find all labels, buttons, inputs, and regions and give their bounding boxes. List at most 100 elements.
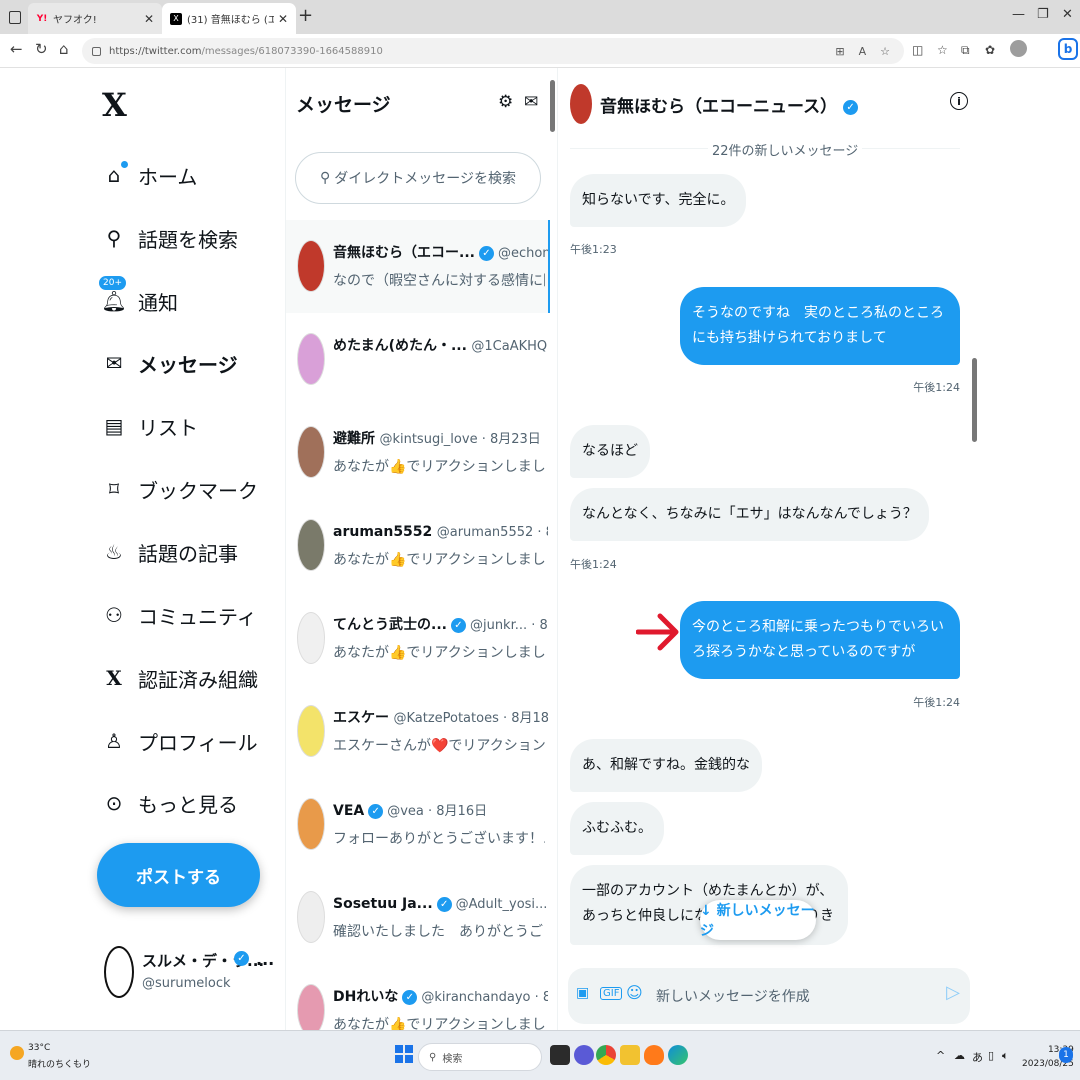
account-switcher[interactable]: スルメ・デ・ラ... ✓ ... @surumelock	[104, 946, 284, 1002]
conversation-name: Sosetuu Ja...✓@Adult_yosi... · 8月14日	[333, 896, 548, 912]
refresh-icon[interactable]: ↻	[35, 40, 48, 58]
tab-actions-icon[interactable]	[4, 6, 26, 28]
conversation-preview: なので（暇空さんに対する感情に関...	[333, 273, 545, 289]
conversation-row[interactable]: 避難所 @kintsugi_love · 8月23日 あなたが👍でリアクションしま…	[286, 406, 550, 499]
weather-description: 晴れのちくもり	[28, 1060, 92, 1070]
browser-tab-yahoo[interactable]: Y! ヤフオク! ✕	[28, 3, 162, 34]
nav-label: 話題の記事	[138, 541, 238, 566]
ime-indicator[interactable]: あ	[972, 1049, 983, 1065]
composer-input[interactable]: 新しいメッセージを作成	[656, 986, 810, 1006]
x-logo-icon[interactable]: X	[102, 86, 127, 124]
nav-messages[interactable]: ✉ メッセージ	[102, 343, 238, 383]
jump-to-new-messages-button[interactable]: ↓ 新しいメッセージ	[700, 900, 816, 940]
conversation-row[interactable]: aruman5552 @aruman5552 · 8月21日あなたが👍でリアクシ…	[286, 499, 550, 592]
nav-label: ブックマーク	[138, 478, 258, 503]
conversation-row[interactable]: エスケー @KatzePotatoes · 8月18日 エスケーさんが❤️でリアク…	[286, 685, 550, 778]
close-window-icon[interactable]: ✕	[1062, 7, 1073, 22]
home-browser-icon[interactable]: ⌂	[59, 40, 69, 58]
favorite-star-icon[interactable]: ☆	[880, 45, 890, 58]
nav-label: もっと見る	[138, 792, 238, 817]
firefox-icon[interactable]	[644, 1045, 664, 1065]
conversation-preview: 確認いたしました ありがとうござ...	[333, 924, 545, 940]
phone-link-icon[interactable]: ▯	[988, 1049, 994, 1062]
conversation-preview: あなたが👍でリアクションしまし...	[333, 1017, 545, 1030]
browser-toolbar: ← ↻ ⌂ https://twitter.com/messages/61807…	[0, 34, 1080, 68]
nav-notifications[interactable]: 🔔︎ 20+ 通知	[98, 275, 178, 321]
nav-home[interactable]: ⌂ ホーム	[102, 155, 197, 195]
split-screen-icon[interactable]: ◫	[912, 43, 923, 57]
read-aloud-icon[interactable]: A	[859, 45, 867, 58]
conversation-row[interactable]: Sosetuu Ja...✓@Adult_yosi... · 8月14日確認いた…	[286, 871, 550, 964]
chat-scrollbar[interactable]	[972, 358, 977, 442]
conversation-name: めたまん(めたん・... @1CaAKHQn... · 6分	[333, 338, 548, 354]
message-bubble-in[interactable]: 知らないです、完全に。	[570, 174, 747, 227]
taskbar-search-input[interactable]: ⚲ 検索	[418, 1043, 542, 1071]
address-bar[interactable]: https://twitter.com/messages/618073390-1…	[82, 38, 904, 64]
new-tab-button[interactable]: +	[298, 5, 313, 26]
minimize-icon[interactable]: —	[1012, 7, 1025, 22]
conversation-row[interactable]: 音無ほむら（エコー...✓@echon... · 現在なので（暇空さんに対する感…	[286, 220, 550, 313]
close-tab-icon[interactable]: ✕	[278, 12, 288, 26]
dm-search-input[interactable]: ⚲ ダイレクトメッセージを検索	[295, 152, 541, 204]
conversation-name: エスケー @KatzePotatoes · 8月18日	[333, 710, 548, 726]
message-bubble-in[interactable]: なるほど	[570, 425, 650, 478]
nav-explore[interactable]: ⚲ 話題を検索	[102, 218, 238, 258]
message-bubble-in[interactable]: なんとなく、ちなみに「エサ」はなんなんでしょう？	[570, 488, 929, 541]
notification-count-badge[interactable]: 1	[1059, 1047, 1073, 1063]
cloud-icon[interactable]: ☁	[954, 1049, 965, 1062]
close-tab-icon[interactable]: ✕	[144, 12, 154, 26]
conversation-row[interactable]: めたまん(めたん・... @1CaAKHQn... · 6分	[286, 313, 550, 406]
verified-icon: ✓	[368, 803, 384, 819]
restore-icon[interactable]: ❐	[1037, 7, 1049, 22]
show-hidden-icons-icon[interactable]: ^	[936, 1049, 945, 1062]
conversation-row[interactable]: VEA ✓ @vea · 8月16日 フォローありがとうございます！...	[286, 778, 550, 871]
volume-icon[interactable]: 🔈︎	[1002, 1049, 1009, 1063]
emoji-icon[interactable]: ☺	[626, 983, 643, 1002]
task-view-icon[interactable]	[550, 1045, 570, 1065]
conversation-row[interactable]: てんとう武士の...✓@junkr... · 8月21日あなたが👍でリアクション…	[286, 592, 550, 685]
windows-start-icon[interactable]	[395, 1045, 413, 1063]
message-bubble-in[interactable]: ふむふむ。	[570, 802, 664, 855]
message-bubble-out[interactable]: 今のところ和解に乗ったつもりでいろいろ探ろうかなと思っているのですが	[680, 601, 960, 679]
conversation-scrollbar[interactable]	[550, 80, 555, 132]
avatar[interactable]	[570, 84, 592, 124]
nav-more[interactable]: ⊙ もっと見る	[102, 783, 238, 823]
edge-icon[interactable]	[668, 1045, 688, 1065]
community-icon: ⚇	[105, 603, 123, 627]
nav-topics[interactable]: ♨ 話題の記事	[102, 532, 238, 572]
nav-profile[interactable]: ♙ プロフィール	[102, 721, 258, 761]
profile-avatar[interactable]	[1010, 40, 1027, 57]
send-icon[interactable]: ▷	[946, 982, 960, 1003]
gear-icon[interactable]: ⚙	[498, 92, 513, 112]
message-composer[interactable]: ▣ GIF ☺ 新しいメッセージを作成 ▷	[568, 968, 970, 1024]
favorites-icon[interactable]: ☆	[937, 43, 948, 57]
avatar	[297, 705, 325, 757]
gif-icon[interactable]: GIF	[600, 987, 623, 1000]
chat-app-icon[interactable]	[574, 1045, 594, 1065]
conversation-name: DHれいな✓@kiranchandayo · 8月11日	[333, 989, 548, 1005]
info-icon[interactable]: i	[950, 92, 968, 110]
search-icon: ⚲	[320, 170, 331, 186]
new-messages-divider: 22件の新しいメッセージ	[708, 140, 863, 159]
file-explorer-icon[interactable]	[620, 1045, 640, 1065]
nav-verified-orgs[interactable]: X 認証済み組織	[102, 658, 258, 698]
app-available-icon[interactable]: ⊞	[835, 45, 844, 58]
image-icon[interactable]: ▣	[576, 985, 589, 1001]
collections-icon[interactable]: ⧉	[961, 43, 970, 58]
new-message-icon[interactable]: ✉	[524, 92, 538, 112]
back-icon[interactable]: ←	[10, 40, 23, 58]
nav-bookmarks[interactable]: ⌑ ブックマーク	[102, 469, 258, 509]
chrome-icon[interactable]	[596, 1045, 616, 1065]
extension-icon[interactable]: ✿	[985, 43, 995, 57]
browser-tab-twitter[interactable]: X (31) 音無ほむら (エコーニュース) / X ✕	[162, 3, 296, 34]
bing-copilot-icon[interactable]: b	[1058, 38, 1078, 60]
nav-label: 通知	[138, 290, 178, 315]
message-bubble-out[interactable]: そうなのですね 実のところ私のところにも持ち掛けられておりまして	[680, 287, 960, 365]
nav-lists[interactable]: ▤ リスト	[102, 406, 198, 446]
tab-title: ヤフオク!	[53, 15, 97, 26]
nav-communities[interactable]: ⚇ コミュニティ	[102, 595, 257, 635]
post-button[interactable]: ポストする	[97, 843, 260, 907]
message-bubble-in[interactable]: あ、和解ですね。金銭的な	[570, 739, 762, 792]
verified-icon: ✓	[843, 99, 859, 115]
conversation-row[interactable]: DHれいな✓@kiranchandayo · 8月11日あなたが👍でリアクション…	[286, 964, 550, 1030]
